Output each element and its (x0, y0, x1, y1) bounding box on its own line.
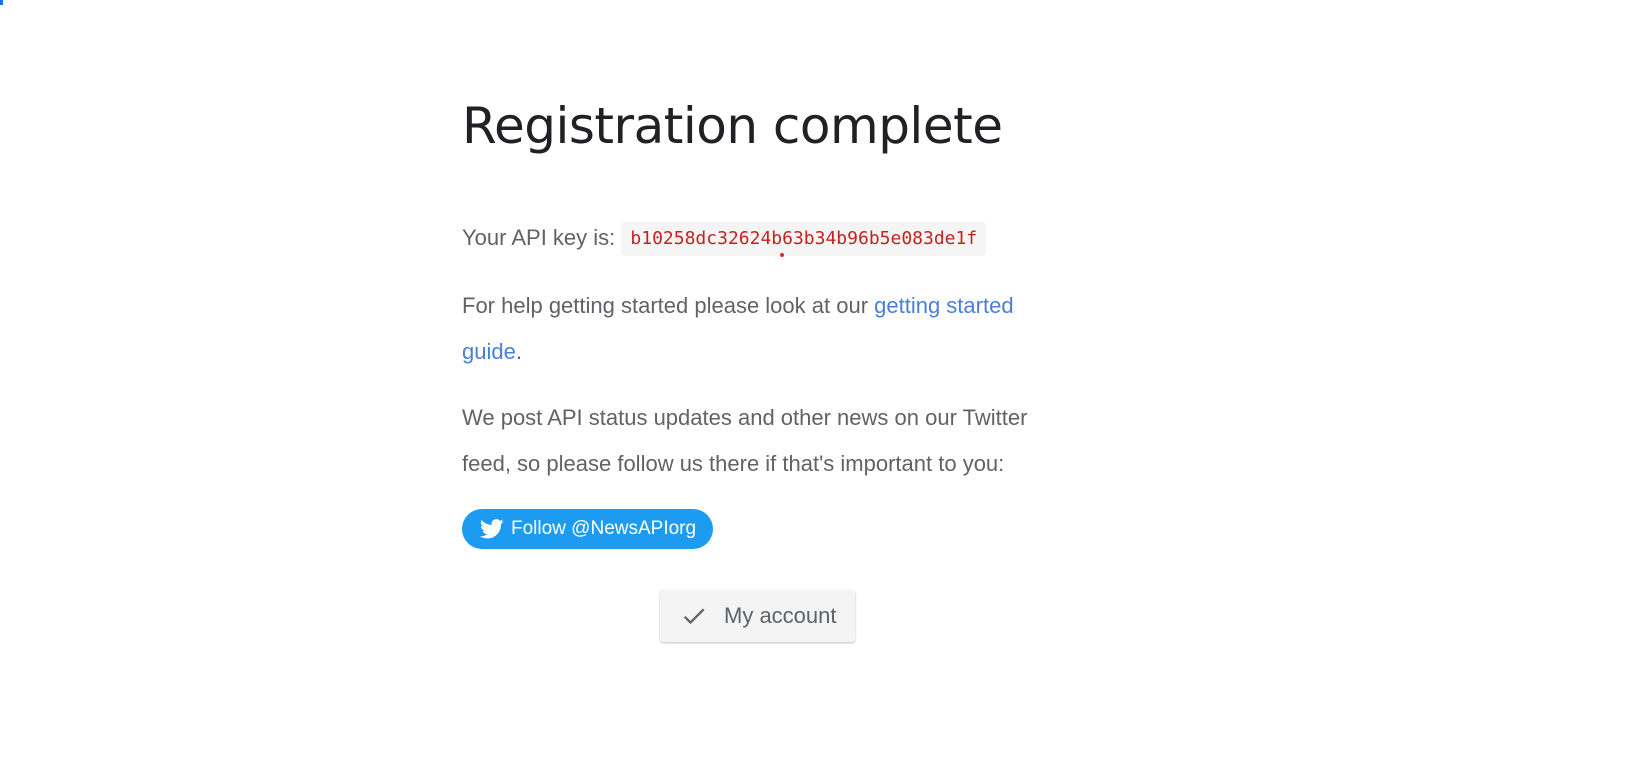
news-paragraph: We post API status updates and other new… (462, 405, 1028, 476)
my-account-button[interactable]: My account (660, 590, 855, 642)
main-content: Registration complete Your API key is: b… (462, 82, 1062, 549)
api-key-label: Your API key is: (462, 225, 616, 250)
api-key-text: b10258dc32624b63b34b96b5e083de1f (630, 228, 978, 249)
help-paragraph: For help getting started please look at … (462, 283, 1062, 375)
help-text-end: . (515, 339, 522, 364)
account-row: My account (660, 590, 855, 642)
check-icon (683, 608, 705, 625)
my-account-label: My account (724, 603, 837, 628)
twitter-follow-label: Follow @NewsAPIorg (511, 518, 697, 539)
twitter-bird-icon (480, 519, 504, 539)
api-key-line: Your API key is: b10258dc32624b63b34b96b… (462, 215, 1062, 261)
cursor-dot (780, 253, 785, 257)
corner-mark (0, 0, 3, 5)
page-title: Registration complete (462, 97, 1003, 155)
help-text: For help getting started please look at … (462, 293, 875, 318)
twitter-follow-button[interactable]: Follow @NewsAPIorg (462, 509, 714, 549)
page: Registration complete Your API key is: b… (0, 0, 1630, 760)
api-key-value[interactable]: b10258dc32624b63b34b96b5e083de1f (621, 222, 987, 257)
